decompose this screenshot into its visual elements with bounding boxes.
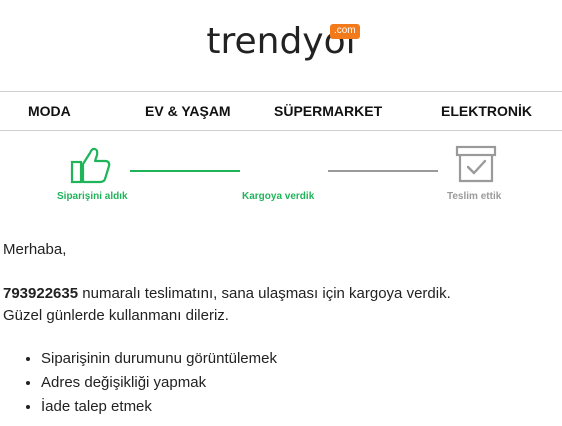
list-item-address-change[interactable]: Adres değişikliği yapmak bbox=[41, 371, 553, 395]
delivered-box-icon bbox=[455, 145, 497, 183]
category-nav: MODA EV & YAŞAM SÜPERMARKET ELEKTRONİK bbox=[0, 91, 562, 131]
greeting: Merhaba, bbox=[3, 241, 67, 258]
step-label-shipped: Kargoya verdik bbox=[242, 191, 315, 202]
list-item-order-status[interactable]: Siparişinin durumunu görüntülemek bbox=[41, 347, 553, 371]
step-label-delivered: Teslim ettik bbox=[447, 191, 502, 202]
message-body: Merhaba, 793922635 numaralı teslimatını,… bbox=[3, 239, 553, 419]
nav-item-ev-yasam[interactable]: EV & YAŞAM bbox=[145, 92, 231, 130]
thumbs-up-icon bbox=[70, 145, 112, 185]
nav-item-supermarket[interactable]: SÜPERMARKET bbox=[274, 92, 382, 130]
shipping-message-line1: 793922635 numaralı teslimatını, sana ula… bbox=[3, 283, 553, 305]
action-list: Siparişinin durumunu görüntülemek Adres … bbox=[3, 347, 553, 419]
progress-line-2 bbox=[328, 170, 438, 172]
step-label-received: Siparişini aldık bbox=[57, 191, 128, 202]
list-item-return-request[interactable]: İade talep etmek bbox=[41, 395, 553, 419]
delivery-progress: Siparişini aldık Kargoya verdik Teslim e… bbox=[0, 140, 562, 210]
nav-item-moda[interactable]: MODA bbox=[28, 92, 71, 130]
shipping-message-rest: numaralı teslimatını, sana ulaşması için… bbox=[78, 285, 451, 302]
progress-line-1 bbox=[130, 170, 240, 172]
shipping-message-line2: Güzel günlerde kullanmanı dileriz. bbox=[3, 307, 229, 324]
trendyol-logo[interactable]: trendyol .com bbox=[206, 22, 360, 62]
logo-com-badge: .com bbox=[329, 24, 360, 39]
header: trendyol .com bbox=[0, 22, 562, 82]
nav-item-elektronik[interactable]: ELEKTRONİK bbox=[441, 92, 532, 130]
tracking-number: 793922635 bbox=[3, 285, 79, 302]
